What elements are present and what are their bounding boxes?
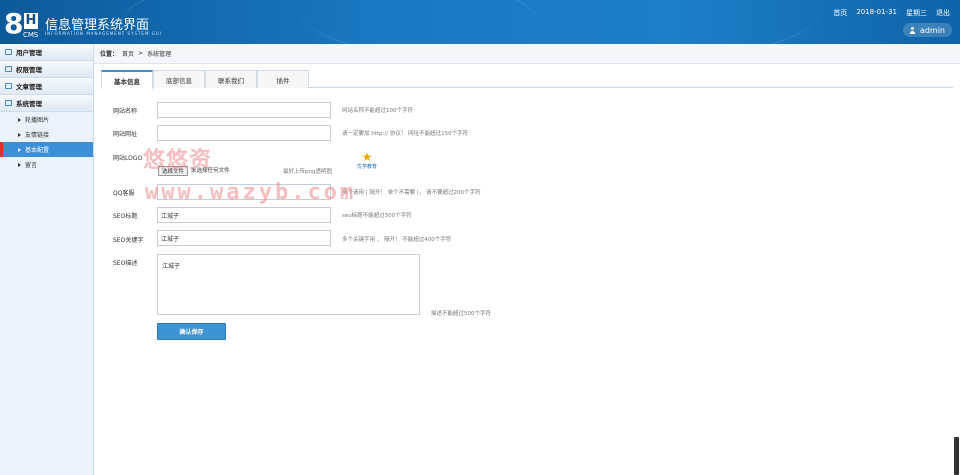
breadcrumb-home-link[interactable]: 首页 (122, 49, 134, 58)
sidebar-item-label: 友情链接 (25, 132, 50, 139)
sidebar-item-carousel[interactable]: 轮播图片 (0, 112, 93, 127)
site-name-label: 网站名称 (113, 108, 138, 115)
seo-keywords-label: SEO关键字 (113, 237, 144, 244)
sidebar: 用户管理 权限管理 文章管理 系统管理 轮播图片 友情链接 基本配置 留言 (0, 44, 94, 475)
tab-contact-us[interactable]: 联系我们 (205, 70, 257, 88)
nav-logout-link[interactable]: 退出 (936, 8, 950, 18)
sidebar-menu-label: 系统管理 (16, 100, 42, 108)
site-name-input[interactable] (157, 102, 331, 118)
logo-cms: CMS (23, 31, 39, 39)
top-nav: 首页 2018-01-31 星期三 退出 (833, 8, 950, 18)
sidebar-item-messages[interactable]: 留言 (0, 157, 93, 172)
site-url-hint: 请一定要加 http:// 协议！ 网址不能超过150个字符 (342, 131, 469, 137)
save-button[interactable]: 确认保存 (157, 323, 226, 340)
permission-menu-icon (5, 66, 12, 72)
sidebar-item-label: 基本配置 (25, 147, 50, 154)
sidebar-item-links[interactable]: 友情链接 (0, 127, 93, 142)
nav-weekday: 星期三 (906, 9, 927, 17)
qq-hint: 多个请用 | 隔开！ 单个不需要 |， 请不要超过200个字符 (342, 190, 481, 196)
site-url-input[interactable] (157, 125, 331, 141)
logo-preview-image: ★ 优学教育 (347, 150, 387, 174)
breadcrumb-label: 位置： (100, 51, 119, 58)
logo-number: 8 (4, 7, 24, 40)
seo-keywords-hint: 多个关键字用 ， 隔开！ 不能超过400个字符 (342, 237, 452, 243)
sidebar-menu-system[interactable]: 系统管理 (0, 95, 93, 112)
seo-title-input[interactable]: 江城子 (157, 207, 331, 223)
sidebar-menu-label: 权限管理 (16, 66, 42, 74)
article-menu-icon (5, 83, 12, 89)
site-subtitle: INFORMATION MANAGEMENT SYSTEM GUI (45, 31, 162, 36)
sidebar-menu-label: 用户管理 (16, 49, 42, 57)
user-menu-icon (5, 49, 12, 55)
site-logo-label: 网站LOGO (113, 155, 143, 162)
sidebar-menu-permissions[interactable]: 权限管理 (0, 61, 93, 78)
star-icon: ★ (361, 150, 373, 164)
breadcrumb-current: 系统管理 (147, 51, 172, 58)
nav-date: 2018-01-31 (856, 8, 897, 16)
tab-bar: 基本信息 底部信息 联系我们 插件 (101, 70, 953, 89)
seo-desc-label: SEO描述 (113, 260, 138, 267)
seo-desc-hint: 描述不能超过500个字符 (431, 311, 491, 317)
triangle-right-icon (18, 117, 21, 122)
logo-letter: H (24, 13, 38, 29)
sidebar-item-label: 留言 (25, 162, 38, 169)
triangle-right-icon (18, 147, 21, 152)
tab-basic-info[interactable]: 基本信息 (101, 70, 153, 89)
user-icon (909, 26, 916, 34)
site-url-label: 网站网址 (113, 131, 138, 138)
tab-plugins[interactable]: 插件 (257, 70, 309, 88)
admin-label: admin (919, 25, 945, 35)
admin-button[interactable]: admin (902, 23, 952, 37)
sidebar-menu-users[interactable]: 用户管理 (0, 44, 93, 61)
sidebar-item-label: 轮播图片 (25, 117, 50, 124)
logo-preview-text: 优学教育 (356, 164, 377, 170)
qq-label: QQ客服 (113, 190, 135, 197)
triangle-right-icon (18, 132, 21, 137)
breadcrumb: 位置： 首页 > 系统管理 (94, 44, 960, 64)
header-decoration-2 (300, 0, 820, 44)
watermark-url: www.wazyb.com (145, 180, 357, 205)
site-name-hint: 网站名称不能超过100个字符 (342, 108, 413, 114)
nav-home-link[interactable]: 首页 (833, 8, 847, 18)
sidebar-menu-articles[interactable]: 文章管理 (0, 78, 93, 95)
watermark-text: 悠悠资 (143, 148, 213, 173)
breadcrumb-separator: > (138, 50, 144, 57)
scrollbar-thumb[interactable] (954, 437, 959, 475)
sidebar-item-basic-config[interactable]: 基本配置 (0, 142, 93, 157)
seo-keywords-input[interactable]: 江城子 (157, 230, 331, 246)
sidebar-menu-label: 文章管理 (16, 83, 42, 91)
seo-title-hint: seo标题不能超过300个字符 (342, 213, 412, 219)
system-menu-icon (5, 100, 12, 106)
seo-title-label: SEO标题 (113, 213, 138, 220)
tab-footer-info[interactable]: 底部信息 (153, 70, 205, 88)
seo-desc-textarea[interactable]: 江城子 (157, 254, 420, 315)
logo: 8 H CMS (4, 7, 42, 43)
top-header: 8 H CMS 信息管理系统界面 INFORMATION MANAGEMENT … (0, 0, 960, 44)
site-logo-hint: 最好上传png透明图 (283, 169, 332, 175)
triangle-right-icon (18, 162, 21, 167)
